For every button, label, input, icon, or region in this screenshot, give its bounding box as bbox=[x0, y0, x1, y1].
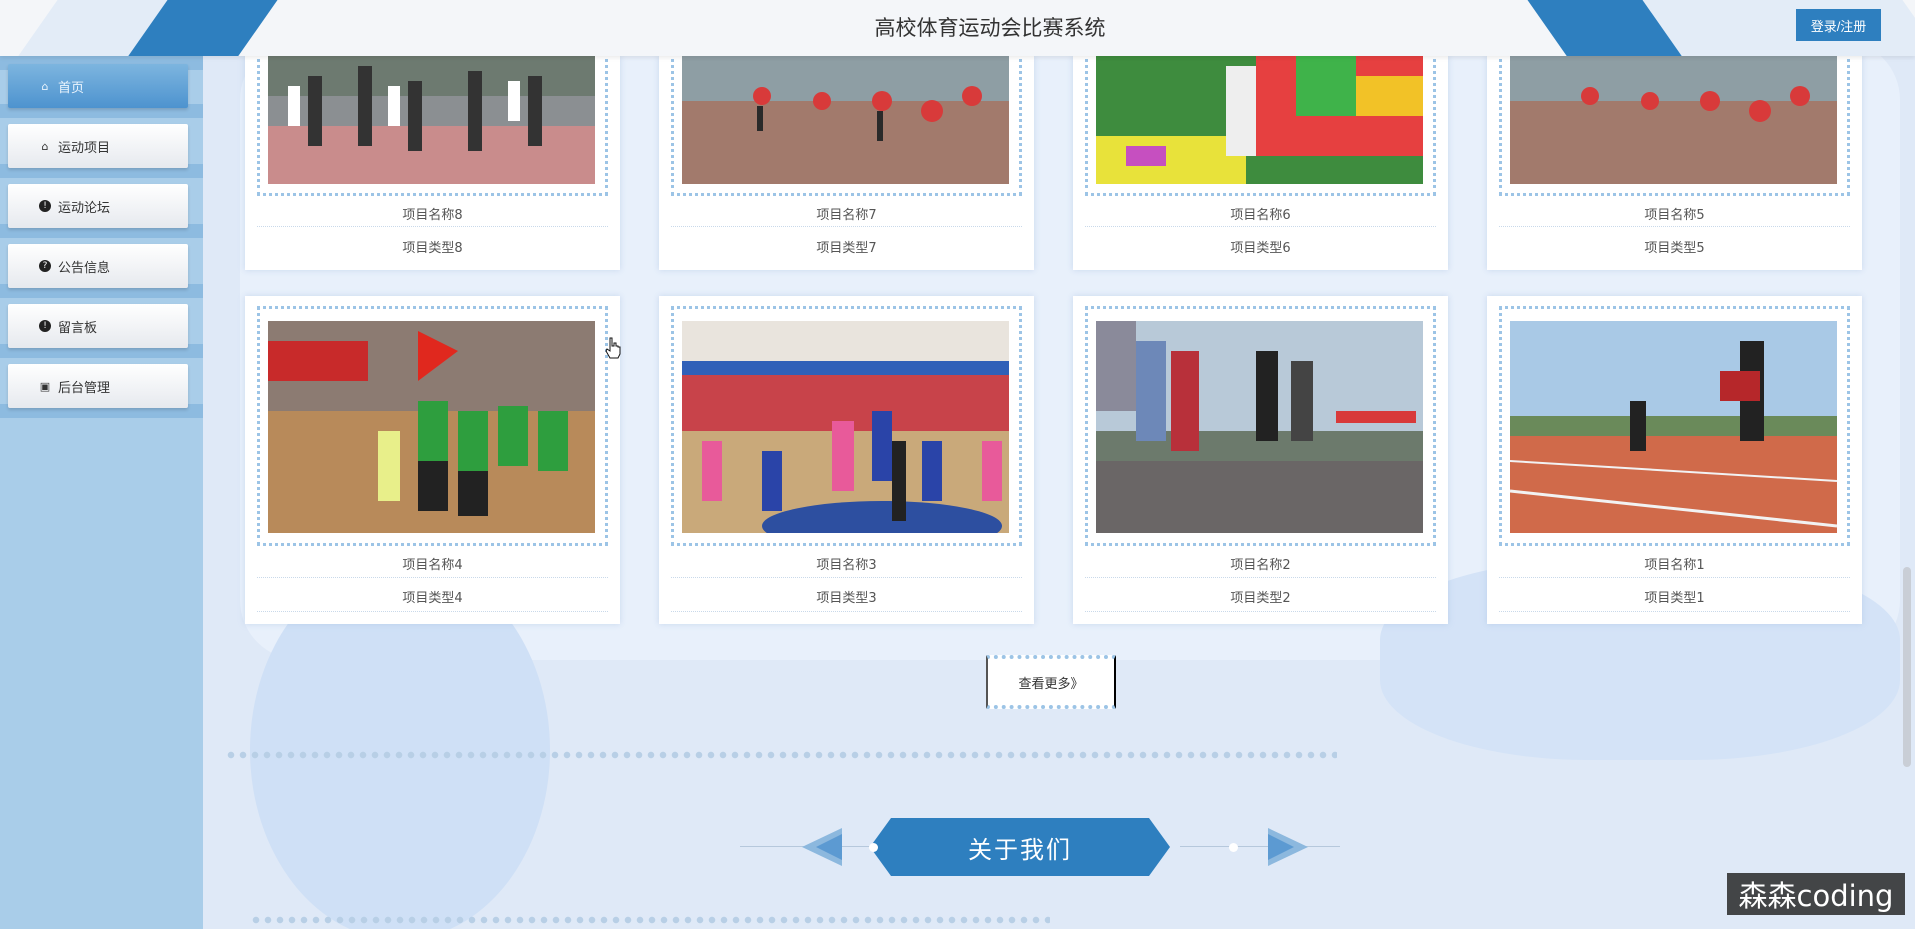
briefcase-icon: ▣ bbox=[39, 379, 51, 393]
right-arrow-decoration-icon bbox=[1268, 828, 1308, 866]
project-photo[interactable] bbox=[1096, 321, 1423, 533]
project-name: 项目名称7 bbox=[816, 208, 877, 223]
project-photo[interactable] bbox=[268, 56, 595, 184]
project-type: 项目类型7 bbox=[816, 241, 877, 256]
project-name: 项目名称3 bbox=[816, 558, 877, 573]
about-section-header: 关于我们 bbox=[740, 818, 1340, 876]
project-type: 项目类型6 bbox=[1230, 241, 1291, 256]
sidebar-item-home[interactable]: ⌂ 首页 bbox=[8, 64, 188, 108]
divider bbox=[257, 226, 608, 227]
info-icon: ! bbox=[38, 319, 52, 333]
project-type: 项目类型5 bbox=[1644, 241, 1705, 256]
sidebar-item-announcements[interactable]: ? 公告信息 bbox=[8, 244, 188, 288]
project-card[interactable]: 项目名称8 项目类型8 bbox=[245, 46, 620, 270]
view-more-button[interactable]: 查看更多》 bbox=[986, 655, 1116, 709]
divider bbox=[1085, 226, 1436, 227]
divider bbox=[671, 226, 1022, 227]
sidebar-item-label: 后台管理 bbox=[58, 380, 111, 396]
divider bbox=[1499, 577, 1850, 578]
sidebar-item-label: 首页 bbox=[58, 80, 85, 96]
scrollbar[interactable] bbox=[1903, 567, 1911, 767]
divider bbox=[1499, 226, 1850, 227]
sidebar-item-sports-projects[interactable]: ⌂ 运动项目 bbox=[8, 124, 188, 168]
project-type: 项目类型2 bbox=[1230, 591, 1291, 606]
sidebar-item-label: 运动项目 bbox=[58, 140, 111, 156]
divider bbox=[257, 577, 608, 578]
project-type: 项目类型1 bbox=[1644, 591, 1705, 606]
info-icon: ! bbox=[38, 199, 52, 213]
divider bbox=[257, 611, 608, 612]
project-card[interactable]: 项目名称7 项目类型7 bbox=[659, 46, 1034, 270]
project-type: 项目类型3 bbox=[816, 591, 877, 606]
divider bbox=[1085, 577, 1436, 578]
home-icon: ⌂ bbox=[41, 79, 49, 93]
project-card[interactable]: 项目名称6 项目类型6 bbox=[1073, 46, 1448, 270]
project-name: 项目名称4 bbox=[402, 558, 463, 573]
project-photo[interactable] bbox=[1510, 56, 1837, 184]
project-name: 项目名称1 bbox=[1644, 558, 1705, 573]
project-photo[interactable] bbox=[682, 321, 1009, 533]
project-card[interactable]: 项目名称1 项目类型1 bbox=[1487, 296, 1862, 624]
banner-dot bbox=[869, 843, 878, 852]
dotted-divider bbox=[225, 751, 1337, 759]
project-type: 项目类型4 bbox=[402, 591, 463, 606]
site-title: 高校体育运动会比赛系统 bbox=[874, 16, 1106, 40]
divider bbox=[1499, 611, 1850, 612]
sidebar-item-label: 留言板 bbox=[58, 320, 98, 336]
about-us-title: 关于我们 bbox=[870, 818, 1170, 876]
project-type: 项目类型8 bbox=[402, 241, 463, 256]
project-name: 项目名称2 bbox=[1230, 558, 1291, 573]
project-photo[interactable] bbox=[268, 321, 595, 533]
sidebar-item-forum[interactable]: ! 运动论坛 bbox=[8, 184, 188, 228]
sidebar-item-message-board[interactable]: ! 留言板 bbox=[8, 304, 188, 348]
divider bbox=[671, 577, 1022, 578]
question-icon: ? bbox=[38, 259, 52, 273]
project-photo[interactable] bbox=[1096, 56, 1423, 184]
sidebar-item-label: 公告信息 bbox=[58, 260, 111, 276]
divider bbox=[671, 611, 1022, 612]
decor-line bbox=[1180, 846, 1340, 847]
project-name: 项目名称6 bbox=[1230, 208, 1291, 223]
project-card[interactable]: 项目名称3 项目类型3 bbox=[659, 296, 1034, 624]
project-card[interactable]: 项目名称5 项目类型5 bbox=[1487, 46, 1862, 270]
watermark: 森森coding bbox=[1727, 873, 1905, 915]
left-arrow-decoration-icon bbox=[802, 828, 842, 866]
project-photo[interactable] bbox=[682, 56, 1009, 184]
project-name: 项目名称5 bbox=[1644, 208, 1705, 223]
dotted-divider bbox=[250, 916, 1050, 924]
project-card[interactable]: 项目名称4 项目类型4 bbox=[245, 296, 620, 624]
login-register-button[interactable]: 登录/注册 bbox=[1796, 9, 1881, 41]
sidebar-item-admin[interactable]: ▣ 后台管理 bbox=[8, 364, 188, 408]
top-header: 高校体育运动会比赛系统 登录/注册 bbox=[0, 0, 1915, 56]
divider bbox=[1085, 611, 1436, 612]
bag-icon: ⌂ bbox=[41, 139, 49, 153]
banner-dot bbox=[1229, 843, 1238, 852]
sidebar: ⌂ 首页 ⌂ 运动项目 ! 运动论坛 ? 公告信息 ! 留言板 ▣ 后台管理 bbox=[0, 56, 203, 929]
project-photo[interactable] bbox=[1510, 321, 1837, 533]
hand-cursor-icon bbox=[605, 337, 621, 359]
project-card[interactable]: 项目名称2 项目类型2 bbox=[1073, 296, 1448, 624]
project-name: 项目名称8 bbox=[402, 208, 463, 223]
sidebar-item-label: 运动论坛 bbox=[58, 200, 111, 216]
